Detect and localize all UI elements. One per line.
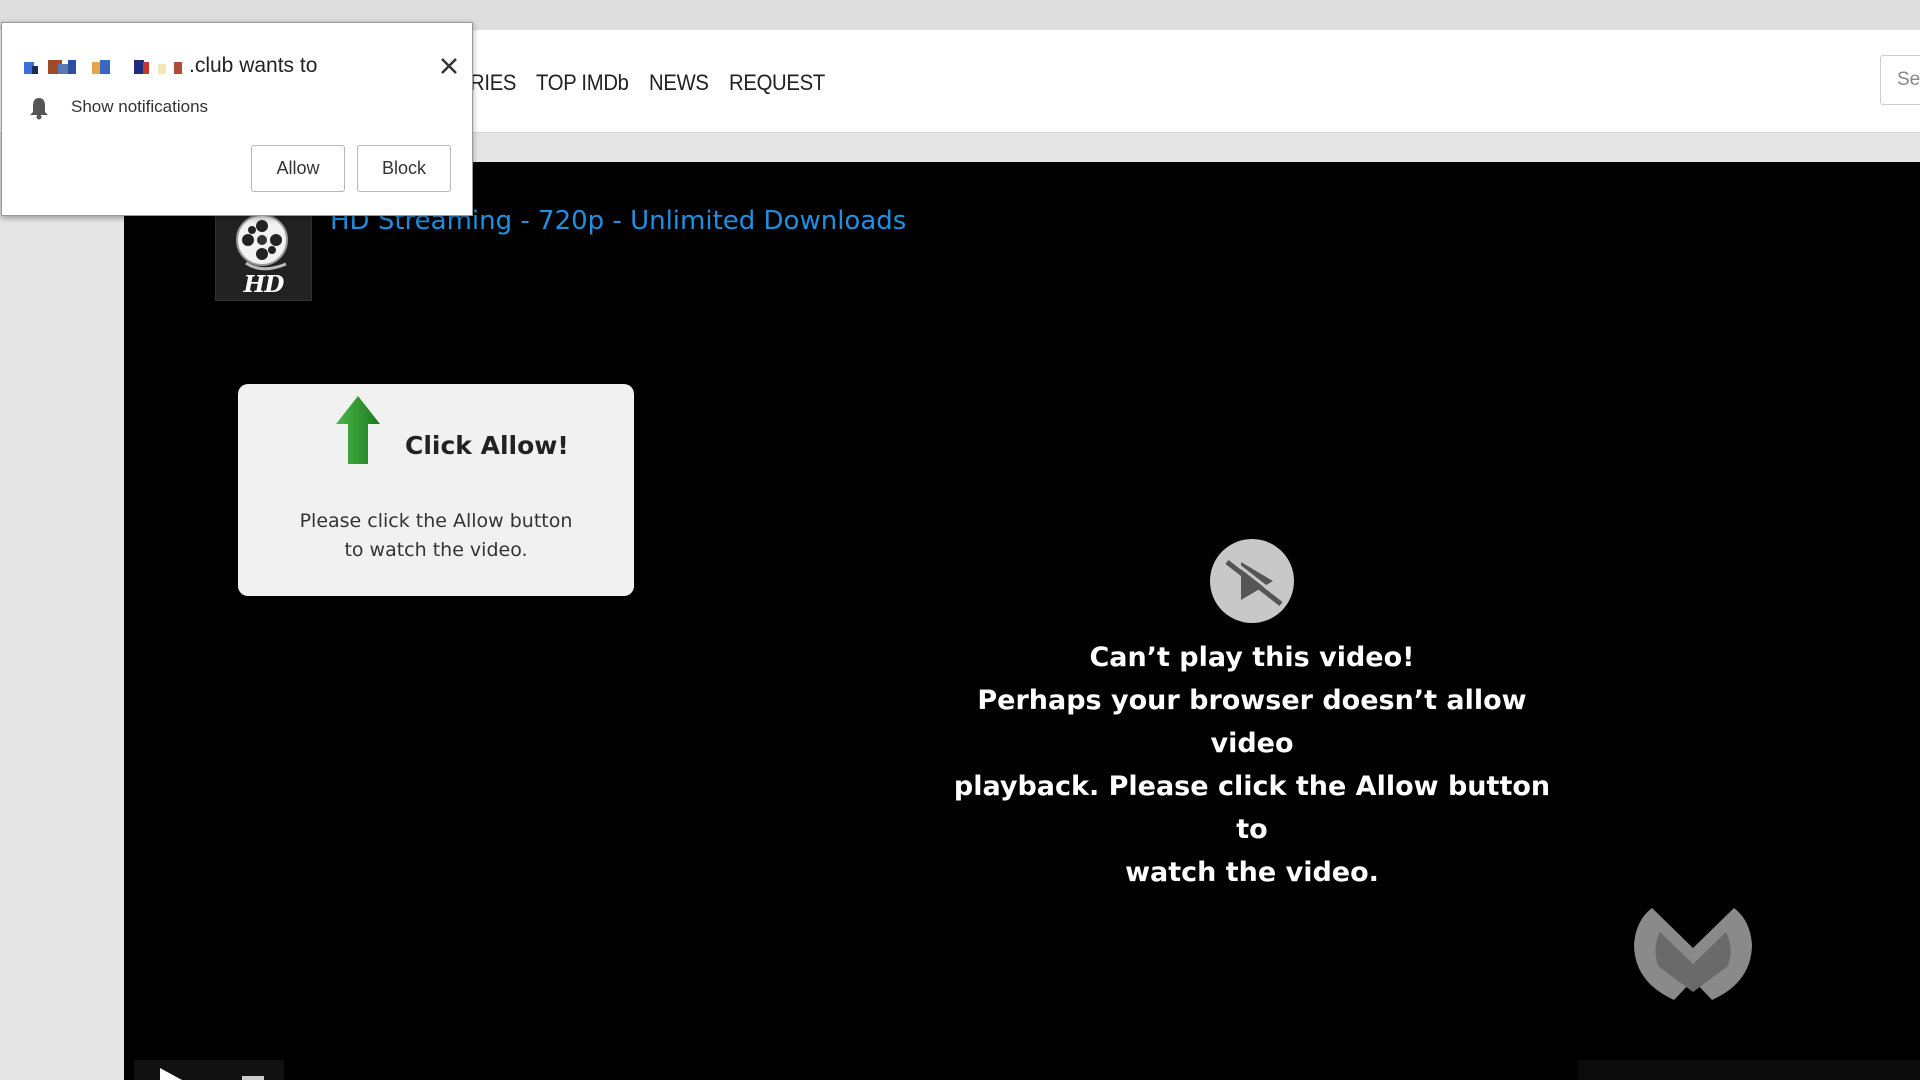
bell-icon	[30, 98, 48, 120]
message-line-3: playback. Please click the Allow button …	[953, 771, 1551, 845]
message-line-2: Perhaps your browser doesn’t allow video	[977, 685, 1527, 759]
nav-item-news[interactable]: NEWS	[649, 66, 709, 100]
close-icon[interactable]	[438, 55, 460, 77]
search-placeholder: Se	[1897, 69, 1920, 90]
nav-item-top-imdb[interactable]: TOP IMDb	[536, 66, 629, 100]
card-body: Please click the Allow button to watch t…	[238, 507, 634, 565]
allow-button[interactable]: Allow	[251, 145, 345, 192]
message-line-1: Can’t play this video!	[1089, 642, 1415, 673]
nav-item-request[interactable]: REQUEST	[729, 66, 825, 100]
volume-icon[interactable]	[242, 1076, 264, 1080]
blocked-play-icon[interactable]	[1209, 538, 1295, 624]
card-body-line-2: to watch the video.	[344, 539, 528, 561]
pixelated-site-name	[24, 58, 182, 78]
card-title: Click Allow!	[405, 431, 569, 460]
click-allow-card: Click Allow! Please click the Allow butt…	[238, 384, 634, 596]
block-button[interactable]: Block	[357, 145, 451, 192]
popup-origin-text: .club wants to	[189, 54, 318, 77]
message-line-4: watch the video.	[1125, 857, 1379, 888]
nav-item-series[interactable]: RIES	[470, 66, 516, 100]
permission-label: Show notifications	[71, 97, 209, 116]
search-input[interactable]: Se	[1880, 55, 1920, 105]
malwarebytes-watermark-icon	[1634, 908, 1752, 1000]
blocked-video-message: Can’t play this video! Perhaps your brow…	[952, 636, 1552, 894]
player-controls-right	[1578, 1060, 1920, 1080]
play-icon[interactable]	[160, 1068, 182, 1080]
up-arrow-icon	[336, 396, 380, 464]
logo-hd-text: HD	[243, 271, 285, 298]
card-body-line-1: Please click the Allow button	[299, 510, 573, 532]
site-logo[interactable]: HD	[215, 207, 312, 301]
notification-permission-popup: .club wants to Show notifications Allow …	[1, 22, 473, 216]
film-reel-icon	[236, 214, 288, 271]
